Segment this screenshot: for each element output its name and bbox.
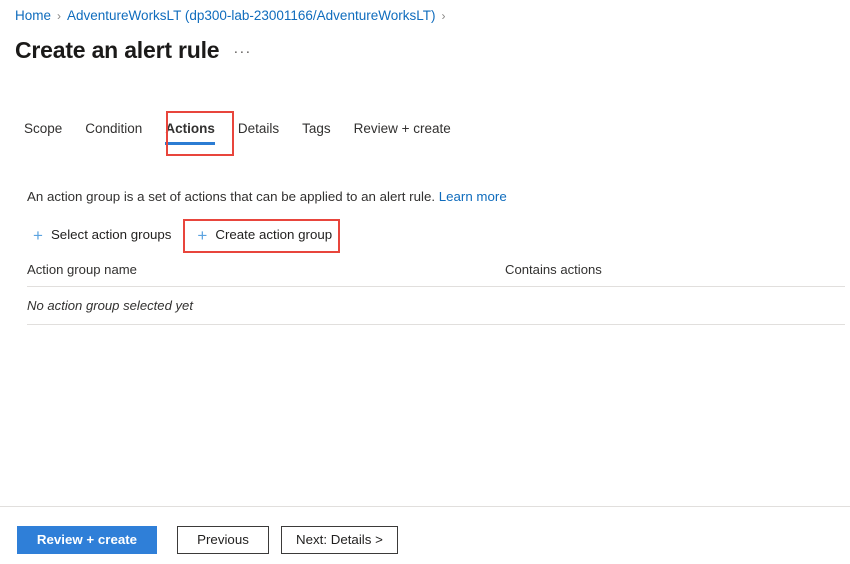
description-text: An action group is a set of actions that… (27, 189, 436, 204)
table-row: No action group selected yet (27, 287, 845, 325)
tab-condition[interactable]: Condition (85, 119, 142, 147)
wizard-tabs: Scope Condition Actions Details Tags Rev… (24, 119, 451, 147)
breadcrumb: Home › AdventureWorksLT (dp300-lab-23001… (15, 6, 451, 26)
empty-state-message: No action group selected yet (27, 298, 193, 313)
tab-review-create[interactable]: Review + create (354, 119, 451, 147)
wizard-footer: Review + create Previous Next: Details > (17, 526, 398, 554)
tab-details[interactable]: Details (238, 119, 279, 147)
tab-actions[interactable]: Actions (165, 119, 215, 147)
tab-scope[interactable]: Scope (24, 119, 62, 147)
column-header-action-group-name: Action group name (27, 262, 137, 277)
page-title: Create an alert rule (15, 37, 220, 63)
breadcrumb-chevron-icon-2: › (441, 9, 446, 23)
tab-tags[interactable]: Tags (302, 119, 331, 147)
column-header-contains-actions: Contains actions (505, 262, 602, 277)
empty-state-actions-cell (505, 298, 845, 313)
learn-more-link[interactable]: Learn more (439, 189, 507, 204)
page-header: Create an alert rule ··· (15, 36, 251, 64)
select-action-groups-label: Select action groups (50, 227, 172, 242)
create-action-group-button[interactable]: + Create action group (197, 226, 332, 244)
plus-icon: + (33, 225, 43, 245)
action-group-command-bar: + Select action groups + Create action g… (33, 226, 332, 244)
action-group-description: An action group is a set of actions that… (27, 188, 507, 206)
action-groups-table: Action group name Contains actions No ac… (27, 262, 845, 325)
review-create-button[interactable]: Review + create (17, 526, 157, 554)
footer-divider (0, 506, 850, 507)
breadcrumb-chevron-icon: › (57, 9, 62, 23)
create-action-group-label: Create action group (215, 227, 333, 242)
next-details-button[interactable]: Next: Details > (281, 526, 398, 554)
breadcrumb-item-home[interactable]: Home (15, 6, 51, 26)
more-options-icon[interactable]: ··· (233, 43, 251, 61)
previous-button[interactable]: Previous (177, 526, 269, 554)
table-header-row: Action group name Contains actions (27, 262, 845, 287)
select-action-groups-button[interactable]: + Select action groups (33, 226, 171, 244)
breadcrumb-item-database[interactable]: AdventureWorksLT (dp300-lab-23001166/Adv… (67, 6, 435, 26)
plus-icon-2: + (197, 225, 208, 245)
